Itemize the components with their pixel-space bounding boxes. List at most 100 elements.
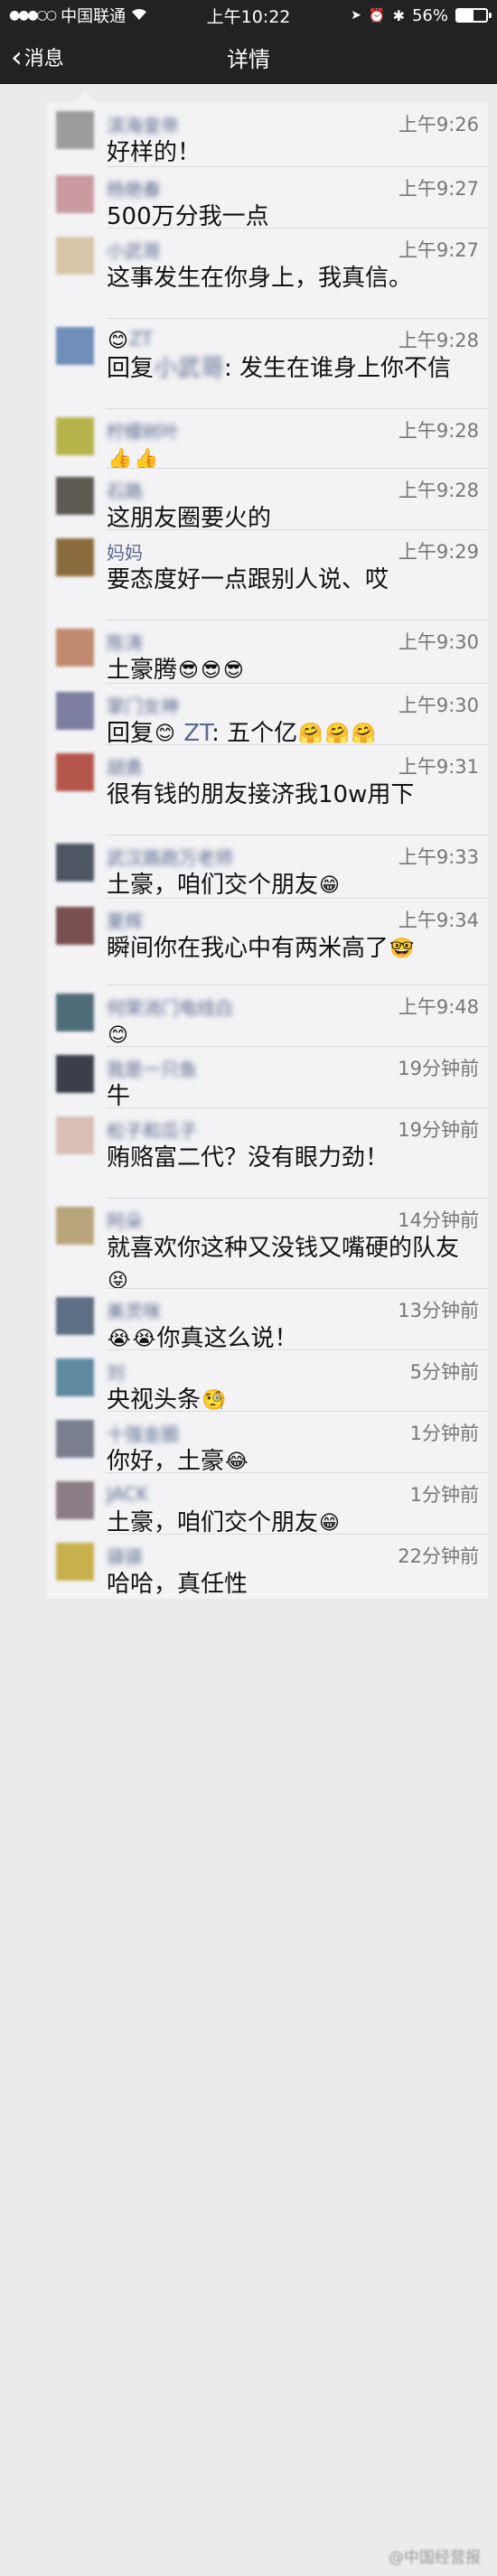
back-label: 消息 (23, 48, 64, 70)
commenter-name[interactable]: 十强金圈 (107, 1423, 179, 1445)
comment-item[interactable]: 掌门女神 上午9:30 回复😊 ZT: 五个亿🤗🤗🤗 (47, 683, 488, 747)
avatar[interactable] (56, 844, 94, 882)
commenter-name[interactable]: 夏辉 (107, 910, 143, 932)
comment-item[interactable]: 柠檬树叶 上午9:28 👍👍 (47, 408, 488, 471)
avatar[interactable] (56, 692, 94, 730)
comment-header: 柠檬树叶 上午9:28 (107, 417, 479, 443)
commenter-name[interactable]: 刘 (107, 1362, 125, 1384)
comment-item[interactable]: 妈妈 上午9:29 要态度好一点跟别人说、哎 (47, 529, 488, 620)
comment-item[interactable]: JACK 1分钟前 土豪，咱们交个朋友😁 (47, 1472, 488, 1536)
comment-header: 驿驿 22分钟前 (107, 1543, 479, 1568)
comment-item[interactable]: 夏辉 上午9:34 瞬间你在我心中有两米高了🤓 (47, 898, 488, 985)
comment-header: 小武哥 上午9:27 (107, 237, 479, 262)
commenter-name[interactable]: 美灵咪 (107, 1301, 161, 1322)
avatar[interactable] (56, 1207, 94, 1245)
commenter-name-wrap: 阿朵 (107, 1207, 143, 1233)
text-segment: 你真这么说！ (156, 1325, 298, 1352)
commenter-name[interactable]: 妈妈 (107, 542, 143, 564)
comment-item[interactable]: 滨海皇帝 上午9:26 好样的！ (47, 102, 488, 166)
comment-item[interactable]: 杨艳春 上午9:27 500万分我一点 (47, 166, 488, 230)
comment-text: 这事发生在你身上，我真信。 (107, 262, 479, 294)
avatar[interactable] (56, 538, 94, 576)
avatar[interactable] (56, 237, 94, 275)
commenter-name[interactable]: 石路 (107, 481, 143, 502)
comment-item[interactable]: 美灵咪 13分钟前 😭😭你真这么说！ (47, 1288, 488, 1352)
battery-icon (455, 8, 492, 23)
comment-item[interactable]: 何荣消门电线白 上午9:48 😊 (47, 985, 488, 1046)
commenter-name-wrap: 胡勇 (107, 753, 143, 779)
commenter-name[interactable]: JACK (107, 1483, 148, 1505)
avatar[interactable] (56, 1055, 94, 1093)
commenter-name[interactable]: 何荣消门电线白 (107, 997, 233, 1019)
comment-item[interactable]: 松子和瓜子 19分钟前 贿赂富二代？没有眼力劲！ (47, 1107, 488, 1198)
avatar[interactable] (56, 753, 94, 791)
comment-time: 上午9:30 (398, 695, 479, 716)
avatar[interactable] (56, 629, 94, 667)
comment-item[interactable]: 驿驿 22分钟前 哈哈，真任性 (47, 1534, 488, 1599)
avatar[interactable] (56, 1543, 94, 1581)
commenter-name[interactable]: 阿朵 (107, 1210, 143, 1232)
commenter-name[interactable]: 小武哥 (107, 240, 161, 262)
commenter-name[interactable]: 杨艳春 (107, 179, 161, 201)
avatar[interactable] (56, 175, 94, 213)
text-segment: 瞬间你在我心中有两米高了 (107, 935, 389, 962)
comment-item[interactable]: 胡勇 上午9:31 很有钱的朋友接济我10w用下 (47, 744, 488, 835)
comment-item[interactable]: 刘 5分钟前 央视头条🧐 (47, 1349, 488, 1414)
comment-time: 上午9:48 (398, 996, 479, 1018)
comment-time: 14分钟前 (398, 1209, 479, 1231)
commenter-name-wrap: 小武哥 (107, 237, 161, 263)
comment-header: 掌门女神 上午9:30 (107, 692, 479, 717)
comment-header: 刘 5分钟前 (107, 1358, 479, 1384)
comment-header: 夏辉 上午9:34 (107, 907, 479, 932)
avatar[interactable] (56, 477, 94, 515)
comment-item[interactable]: 十强金圈 1分钟前 你好，土豪😂 (47, 1411, 488, 1475)
emoji-icon: 😎 (222, 658, 244, 682)
comment-body: 我是一只鱼 19分钟前牛 (107, 1055, 479, 1110)
comment-text: 好样的！ (107, 136, 479, 169)
avatar[interactable] (56, 907, 94, 945)
emoji-icon: 🤗 (298, 722, 324, 745)
emoji-icon: 👍 (134, 447, 159, 471)
comment-time: 上午9:27 (398, 178, 479, 200)
avatar[interactable] (56, 1420, 94, 1458)
commenter-name[interactable]: 武汉路跑万老师 (107, 847, 233, 869)
avatar[interactable] (56, 417, 94, 455)
comment-body: 何荣消门电线白 上午9:48 😊 (107, 994, 479, 1046)
comment-item[interactable]: 武汉路跑万老师 上午9:33 土豪，咱们交个朋友😁 (47, 835, 488, 899)
comment-item[interactable]: 小武哥 上午9:27 这事发生在你身上，我真信。 (47, 228, 488, 318)
avatar[interactable] (56, 111, 94, 149)
comment-item[interactable]: 😊ZT 上午9:28 回复小武哥: 发生在谁身上你不信 (47, 318, 488, 408)
comment-header: 何荣消门电线白 上午9:48 (107, 994, 479, 1019)
commenter-name[interactable]: 滨海皇帝 (107, 115, 179, 136)
avatar[interactable] (56, 994, 94, 1031)
comment-body: 小武哥 上午9:27 这事发生在你身上，我真信。 (107, 237, 479, 318)
comment-item[interactable]: 石路 上午9:28 这朋友圈要火的 (47, 468, 488, 532)
commenter-name[interactable]: 松子和瓜子 (107, 1120, 197, 1142)
commenter-name[interactable]: 柠檬树叶 (107, 421, 179, 443)
commenter-name[interactable]: 胡勇 (107, 757, 143, 779)
carrier-label: 中国联通 (61, 7, 127, 26)
avatar[interactable] (56, 1358, 94, 1396)
comment-header: 美灵咪 13分钟前 (107, 1297, 479, 1322)
commenter-name[interactable]: 驿驿 (107, 1546, 143, 1568)
back-button[interactable]: ‹ 消息 (0, 42, 64, 71)
mention-link[interactable]: 小武哥 (154, 352, 224, 385)
emoji-icon: 😁 (319, 1511, 340, 1535)
text-segment: 贿赂富二代？没有眼力劲！ (107, 1144, 389, 1171)
comment-body: 柠檬树叶 上午9:28 👍👍 (107, 417, 479, 471)
avatar[interactable] (56, 1481, 94, 1519)
comment-item[interactable]: 阿朵 14分钟前 就喜欢你这种又没钱又嘴硬的队友😝 (47, 1198, 488, 1291)
commenter-name[interactable]: 陈涛 (107, 632, 143, 654)
avatar[interactable] (56, 1116, 94, 1154)
watermark: @中国经营报 (389, 2549, 481, 2567)
commenter-name-wrap: 石路 (107, 477, 143, 503)
comment-item[interactable]: 我是一只鱼 19分钟前牛 (47, 1046, 488, 1110)
commenter-name[interactable]: ZT (129, 328, 153, 350)
commenter-name[interactable]: 我是一只鱼 (107, 1059, 197, 1080)
comment-time: 上午9:34 (398, 910, 479, 931)
avatar[interactable] (56, 327, 94, 365)
avatar[interactable] (56, 1297, 94, 1335)
mention-link[interactable]: ZT (176, 720, 211, 747)
comment-item[interactable]: 陈涛 上午9:30 土豪腾😎😎😎 (47, 620, 488, 684)
commenter-name[interactable]: 掌门女神 (107, 695, 179, 717)
